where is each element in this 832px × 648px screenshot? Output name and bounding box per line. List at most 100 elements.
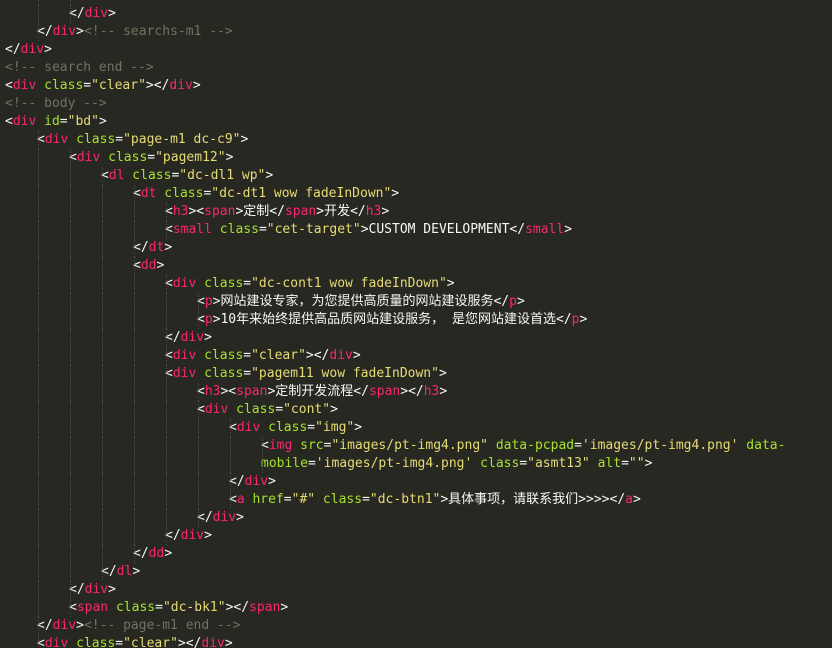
code-editor[interactable]: </div><!-- searchs-m2 end --></div></div… — [0, 0, 832, 648]
code-line[interactable]: <div id="bd"> — [5, 113, 825, 131]
code-line-content: </div> — [5, 510, 244, 525]
code-line[interactable]: <dl class="dc-dl1 wp"> — [5, 167, 825, 185]
code-line[interactable]: <h3><span>定制</span>开发</h3> — [5, 203, 825, 221]
indent-guide — [134, 275, 135, 293]
code-line[interactable]: <p>网站建设专家，为您提供高质量的网站建设服务</p> — [5, 293, 825, 311]
code-line[interactable]: </div> — [5, 509, 825, 527]
indent-guide — [70, 5, 71, 23]
code-line-content: </div> — [5, 528, 212, 543]
code-line-content: </div> — [5, 474, 276, 489]
indent-guide — [102, 473, 103, 491]
indent-guide — [38, 257, 39, 275]
code-token: ></ — [177, 636, 202, 648]
code-token: class — [124, 168, 172, 183]
code-line-content: </dl> — [5, 564, 140, 579]
code-line[interactable]: <div class="cont"> — [5, 401, 825, 419]
code-token: = — [307, 420, 316, 435]
code-token: class — [196, 366, 244, 381]
code-line[interactable]: </div> — [5, 329, 825, 347]
code-line[interactable]: <div class="dc-cont1 wow fadeInDown"> — [5, 275, 825, 293]
indent-guide — [102, 257, 103, 275]
code-line[interactable]: <a href="#" class="dc-btn1">具体事项，请联系我们>>… — [5, 491, 825, 509]
code-token: > — [265, 168, 274, 183]
indent-guide — [198, 455, 199, 473]
code-token: p — [204, 294, 213, 309]
code-line[interactable]: <img src="images/pt-img4.png" data-pcpad… — [5, 437, 825, 455]
code-token: div — [20, 42, 45, 57]
code-line[interactable]: <div class="clear"></div> — [5, 77, 825, 95]
indent-guide — [38, 545, 39, 563]
code-token: > — [236, 510, 244, 525]
indent-guide — [38, 311, 39, 329]
code-line[interactable]: <small class="cet-target">CUSTOM DEVELOP… — [5, 221, 825, 239]
indent-guide — [70, 527, 71, 545]
code-line-content: <div class="page-m1 dc-c9"> — [5, 132, 248, 147]
code-token: = — [307, 456, 316, 471]
code-line-content: </dt> — [5, 240, 172, 255]
code-token: </ — [197, 510, 213, 525]
indent-guide — [38, 221, 39, 239]
code-line[interactable]: </div> — [5, 473, 825, 491]
code-token: "clear" — [123, 636, 178, 648]
code-line-content: <div class="clear"></div> — [5, 348, 361, 363]
code-line[interactable]: <div class="clear"></div> — [5, 635, 825, 648]
code-line-content: </div><!-- searchs-m2 end --> — [5, 0, 296, 3]
code-line[interactable]: <div class="img"> — [5, 419, 825, 437]
code-line[interactable]: <!-- body --> — [5, 95, 825, 113]
indent-guide — [38, 401, 39, 419]
code-line[interactable]: <h3><span>定制开发流程</span></h3> — [5, 383, 825, 401]
code-line[interactable]: </dt> — [5, 239, 825, 257]
code-token: h3 — [172, 204, 189, 219]
indent-guide — [262, 437, 263, 455]
code-line[interactable]: </div><!-- page-m1 end --> — [5, 617, 825, 635]
code-token: > — [632, 492, 641, 507]
code-token: div — [12, 78, 37, 93]
code-line[interactable]: </div> — [5, 527, 825, 545]
code-token: class — [100, 150, 148, 165]
code-line-content: <div class="clear"></div> — [5, 636, 233, 648]
indent-guide — [134, 509, 135, 527]
code-token: small — [525, 222, 565, 237]
code-token: a — [625, 492, 633, 507]
code-token: >10年来始终提供高品质网站建设服务， 是您网站建设首选</ — [212, 312, 572, 327]
code-line[interactable]: <span class="dc-bk1"></span> — [5, 599, 825, 617]
indent-guide — [38, 365, 39, 383]
code-token: > — [108, 0, 116, 3]
code-token: ></ — [225, 600, 250, 615]
code-token: > — [644, 456, 653, 471]
code-token: data- — [738, 438, 786, 453]
indent-guide — [102, 437, 103, 455]
indent-guide — [166, 275, 167, 293]
indent-guide — [70, 383, 71, 401]
code-line[interactable]: </dl> — [5, 563, 825, 581]
indent-guide — [38, 437, 39, 455]
code-token: div — [52, 618, 77, 633]
code-line[interactable]: <div class="page-m1 dc-c9"> — [5, 131, 825, 149]
indent-guide — [38, 167, 39, 185]
code-line-content: <img src="images/pt-img4.png" data-pcpad… — [5, 438, 785, 453]
code-token: class — [196, 276, 244, 291]
code-token: > — [354, 420, 363, 435]
code-token: = — [243, 366, 252, 381]
code-line[interactable]: <!-- search end --> — [5, 59, 825, 77]
code-line[interactable]: <p>10年来始终提供高品质网站建设服务， 是您网站建设首选</p> — [5, 311, 825, 329]
code-line[interactable]: </div> — [5, 581, 825, 599]
code-line[interactable]: <div class="clear"></div> — [5, 347, 825, 365]
code-line-content: <dd> — [5, 258, 164, 273]
code-line[interactable]: mobile='images/pt-img4.png' class="asmt1… — [5, 455, 825, 473]
code-line[interactable]: </div> — [5, 5, 825, 23]
code-token: class — [315, 492, 363, 507]
code-token: >< — [220, 384, 237, 399]
code-area[interactable]: </div><!-- searchs-m2 end --></div></div… — [5, 0, 825, 648]
code-token: dl — [108, 168, 125, 183]
code-line-content: </div> — [5, 330, 212, 345]
code-line[interactable]: <dt class="dc-dt1 wow fadeInDown"> — [5, 185, 825, 203]
code-line[interactable]: <div class="pagem11 wow fadeInDown"> — [5, 365, 825, 383]
code-line[interactable]: </dd> — [5, 545, 825, 563]
code-line[interactable]: </div> — [5, 41, 825, 59]
code-token: = — [83, 78, 92, 93]
indent-guide — [166, 383, 167, 401]
code-line[interactable]: <dd> — [5, 257, 825, 275]
code-line[interactable]: <div class="pagem12"> — [5, 149, 825, 167]
code-line[interactable]: </div><!-- searchs-m1 --> — [5, 23, 825, 41]
